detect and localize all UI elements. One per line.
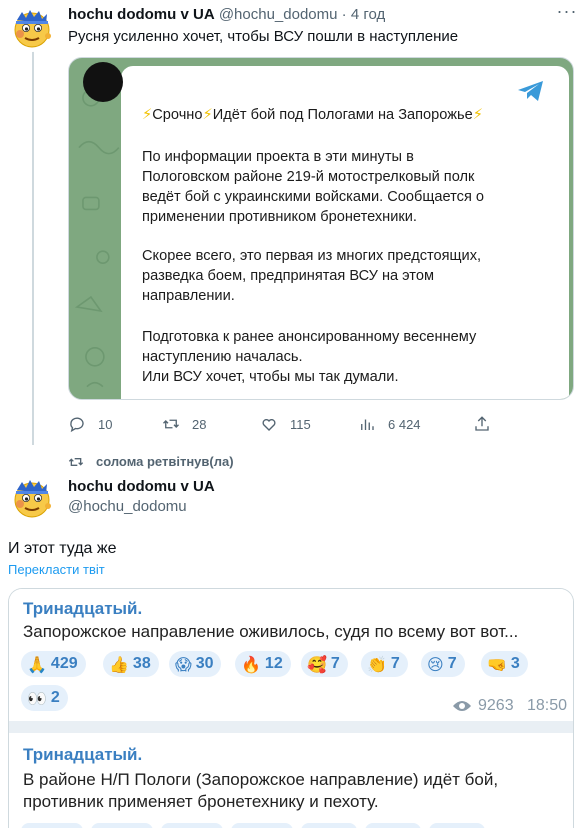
author-handle[interactable]: @hochu_dodomu: [68, 498, 187, 515]
reaction-eyes[interactable]: 👀 2: [21, 685, 68, 711]
like-count: 115: [290, 416, 311, 432]
views-icon: [361, 419, 374, 430]
telegram-post-paragraph-1: По информации проекта в эти минуты в Пол…: [142, 149, 485, 225]
tweet-text: Русня усиленно хочет, чтобы ВСУ пошли в …: [68, 28, 459, 45]
redacted-avatar: [83, 62, 123, 102]
tweet-text: И этот туда же: [8, 540, 117, 557]
share-button[interactable]: [473, 413, 503, 435]
tweet-header: hochu dodomu v UA @hochu_dodomu · 4 год: [68, 6, 385, 23]
reaction-fist[interactable]: 🤜 3: [481, 651, 528, 677]
reaction-clap[interactable]: 👏 7: [361, 651, 408, 677]
eye-icon: [453, 701, 471, 711]
thread-line: [32, 50, 34, 460]
views-count: 6 424: [388, 416, 421, 432]
share-icon: [475, 416, 489, 431]
retweeted-by-label[interactable]: солома ретвітнув(ла): [96, 454, 234, 469]
tweet-actions: 10 28 115 6 424: [68, 413, 538, 435]
reaction-hearts[interactable]: 🥰 7: [301, 651, 348, 677]
reaction-cry[interactable]: 😢 7: [421, 651, 465, 677]
telegram-post-paragraph-3: Подготовка к ранее анонсированному весен…: [142, 329, 477, 385]
telegram-post-paragraph-2: Скорее всего, это первая из многих предс…: [142, 248, 482, 304]
post-views: 9263: [452, 697, 514, 715]
like-icon: [262, 418, 276, 431]
telegram-post-title: ⚡Срочно⚡Идёт бой под Пологами на Запорож…: [142, 107, 483, 123]
channel-name: Тринадцатый.: [23, 745, 143, 764]
channel-name: Тринадцатый.: [23, 599, 143, 618]
more-icon[interactable]: ···: [555, 2, 579, 22]
telegram-icon: [518, 81, 543, 101]
reactions-row-partial: [21, 823, 485, 828]
like-button[interactable]: 115: [260, 413, 311, 435]
telegram-post: Тринадцатый. Запорожское направление ожи…: [9, 589, 573, 721]
reaction-scream[interactable]: 😱 30: [169, 651, 222, 677]
reply-button[interactable]: 10: [68, 413, 112, 435]
tweet-original[interactable]: hochu dodomu v UA @hochu_dodomu · 4 год …: [0, 0, 587, 460]
author-handle[interactable]: @hochu_dodomu: [219, 6, 338, 23]
telegram-post: Тринадцатый. В районе Н/П Пологи (Запоро…: [9, 733, 573, 828]
views-button[interactable]: 6 424: [358, 413, 421, 435]
tweet-time[interactable]: 4 год: [351, 6, 385, 23]
reaction-fire[interactable]: 🔥 12: [235, 651, 291, 677]
author-name[interactable]: hochu dodomu v UA: [68, 6, 215, 23]
quoted-screenshot[interactable]: Тринадцатый. Запорожское направление ожи…: [8, 588, 574, 828]
reply-count: 10: [98, 416, 113, 432]
reaction-thumbs-up[interactable]: 👍 38: [103, 651, 159, 677]
retweet-button[interactable]: 28: [162, 413, 206, 435]
post-text: Запорожское направление оживилось, судя …: [23, 622, 519, 641]
retweet-icon: [163, 419, 179, 429]
post-text-line-1: В районе Н/П Пологи (Запорожское направл…: [23, 770, 499, 789]
post-text-line-2: противник применяет бронетехнику и пехот…: [23, 792, 379, 811]
post-time: 18:50: [527, 697, 568, 714]
reply-icon: [70, 417, 84, 433]
avatar[interactable]: [8, 4, 56, 52]
header-separator: ·: [337, 6, 351, 23]
avatar[interactable]: [8, 474, 56, 522]
reaction-pray[interactable]: 🙏 429: [21, 651, 86, 677]
retweet-icon: [68, 458, 84, 466]
post-separator: [9, 721, 573, 733]
translate-tweet-link[interactable]: Перекласти твіт: [8, 562, 105, 577]
author-name[interactable]: hochu dodomu v UA: [68, 478, 215, 495]
retweet-count: 28: [192, 416, 207, 432]
